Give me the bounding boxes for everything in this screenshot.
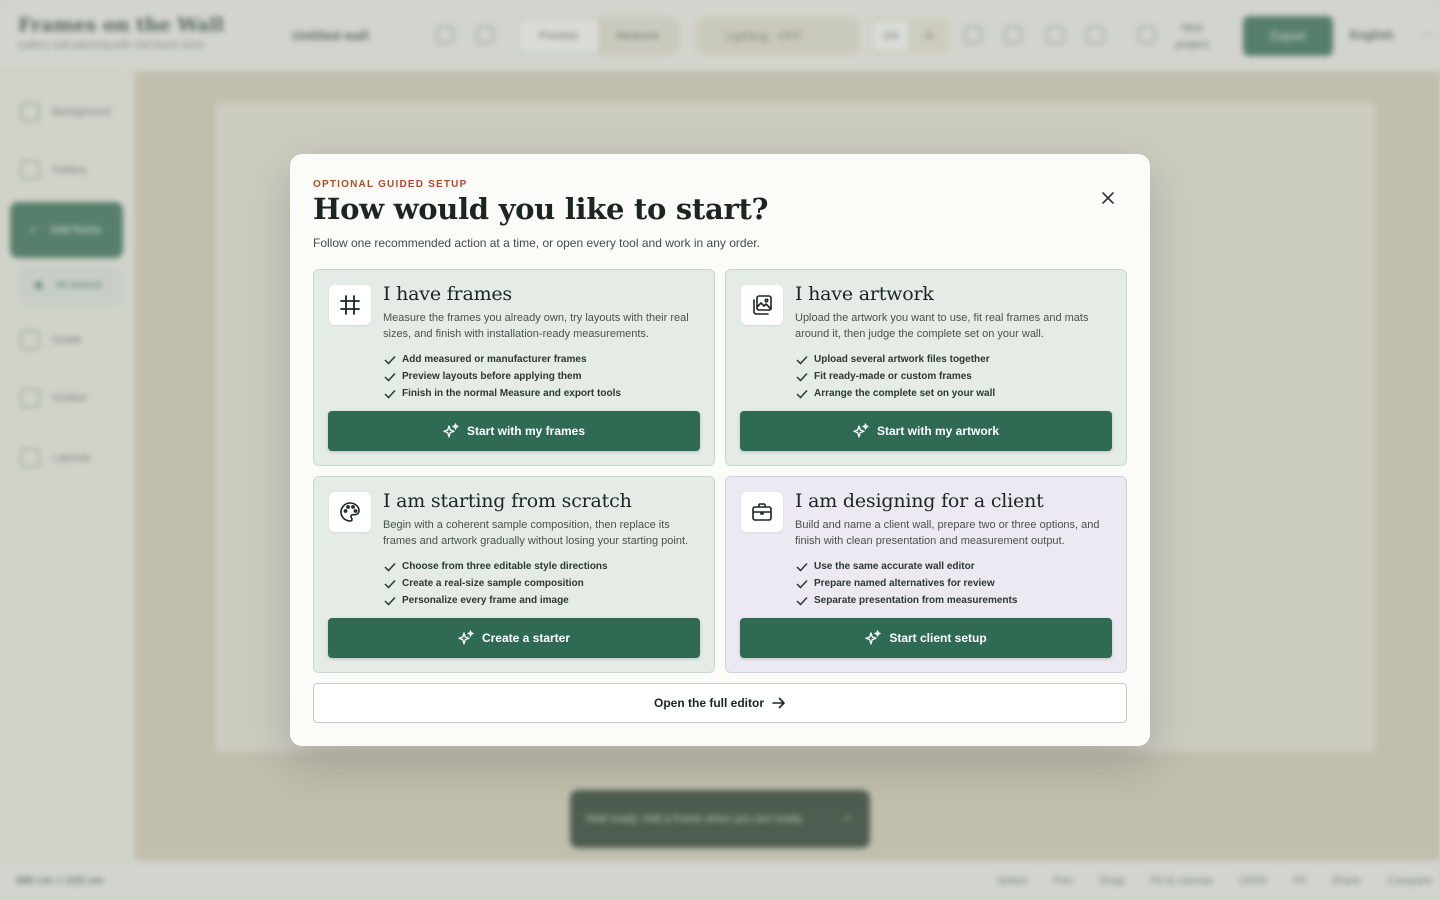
sparkles-icon xyxy=(443,423,459,438)
list-item: Personalize every frame and image xyxy=(384,592,608,609)
card-feature-list: Use the same accurate wall editor Prepar… xyxy=(796,558,1017,609)
dialog-eyebrow: OPTIONAL GUIDED SETUP xyxy=(313,179,468,190)
check-icon xyxy=(384,372,396,382)
list-item: Use the same accurate wall editor xyxy=(796,558,1017,575)
card-description: Begin with a coherent sample composition… xyxy=(383,519,689,547)
start-with-artwork-button[interactable]: Start with my artwork xyxy=(740,411,1112,451)
card-description: Build and name a client wall, prepare tw… xyxy=(795,519,1100,547)
create-starter-button[interactable]: Create a starter xyxy=(328,618,700,658)
sparkles-icon xyxy=(865,630,881,645)
list-item: Upload several artwork files together xyxy=(796,351,995,368)
check-icon xyxy=(796,389,808,399)
check-icon xyxy=(384,562,396,572)
card-title: I am starting from scratch xyxy=(383,490,632,512)
option-card-client[interactable]: I am designing for a client Build and na… xyxy=(725,476,1127,673)
list-item: Choose from three editable style directi… xyxy=(384,558,608,575)
start-with-frames-button[interactable]: Start with my frames xyxy=(328,411,700,451)
card-title: I have artwork xyxy=(795,283,934,305)
close-button[interactable] xyxy=(1094,184,1122,212)
list-item: Preview layouts before applying them xyxy=(384,368,621,385)
card-feature-list: Add measured or manufacturer frames Prev… xyxy=(384,351,621,402)
check-icon xyxy=(384,579,396,589)
sparkles-icon xyxy=(458,630,474,645)
check-icon xyxy=(796,372,808,382)
list-item: Finish in the normal Measure and export … xyxy=(384,385,621,402)
dialog-subtitle: Follow one recommended action at a time,… xyxy=(313,236,760,250)
dialog-title: How would you like to start? xyxy=(313,192,769,226)
check-icon xyxy=(796,355,808,365)
check-icon xyxy=(796,596,808,606)
card-description: Upload the artwork you want to use, fit … xyxy=(795,312,1089,340)
option-card-frames[interactable]: I have frames Measure the frames you alr… xyxy=(313,269,715,466)
option-card-artwork[interactable]: I have artwork Upload the artwork you wa… xyxy=(725,269,1127,466)
option-card-scratch[interactable]: I am starting from scratch Begin with a … xyxy=(313,476,715,673)
palette-icon xyxy=(329,492,371,532)
list-item: Create a real-size sample composition xyxy=(384,575,608,592)
guided-setup-dialog: OPTIONAL GUIDED SETUP How would you like… xyxy=(290,154,1150,746)
frame-icon xyxy=(329,285,371,325)
check-icon xyxy=(796,562,808,572)
list-item: Add measured or manufacturer frames xyxy=(384,351,621,368)
check-icon xyxy=(384,596,396,606)
list-item: Arrange the complete set on your wall xyxy=(796,385,995,402)
list-item: Separate presentation from measurements xyxy=(796,592,1017,609)
arrow-right-icon xyxy=(772,697,785,709)
list-item: Fit ready-made or custom frames xyxy=(796,368,995,385)
check-icon xyxy=(796,579,808,589)
image-upload-icon xyxy=(741,285,783,325)
card-feature-list: Upload several artwork files together Fi… xyxy=(796,351,995,402)
sparkles-icon xyxy=(853,423,869,438)
card-title: I have frames xyxy=(383,283,512,305)
card-title: I am designing for a client xyxy=(795,490,1044,512)
list-item: Prepare named alternatives for review xyxy=(796,575,1017,592)
card-description: Measure the frames you already own, try … xyxy=(383,312,689,340)
briefcase-icon xyxy=(741,492,783,532)
close-icon xyxy=(1102,192,1114,204)
check-icon xyxy=(384,355,396,365)
check-icon xyxy=(384,389,396,399)
card-feature-list: Choose from three editable style directi… xyxy=(384,558,608,609)
open-full-editor-button[interactable]: Open the full editor xyxy=(313,683,1127,723)
start-client-setup-button[interactable]: Start client setup xyxy=(740,618,1112,658)
